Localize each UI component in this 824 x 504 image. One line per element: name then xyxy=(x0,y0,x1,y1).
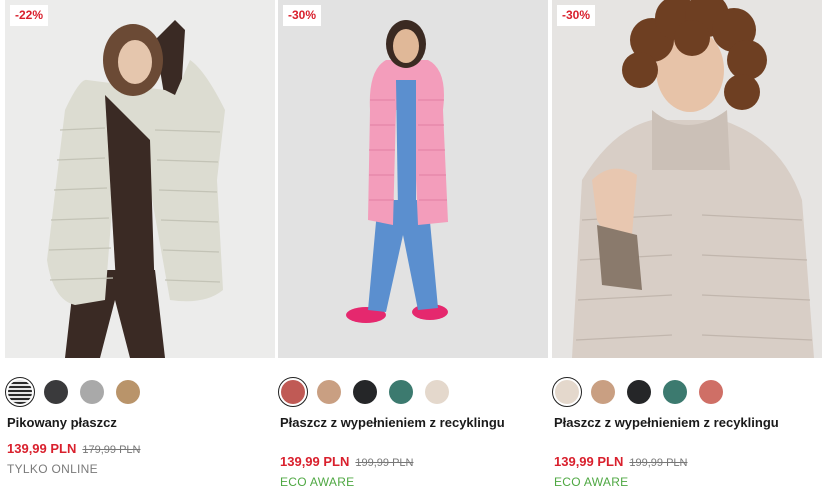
product-image[interactable]: -30% xyxy=(278,0,548,358)
product-image[interactable]: -30% xyxy=(552,0,822,358)
price-row: 139,99 PLN 199,99 PLN xyxy=(280,454,413,469)
product-photo-woman-quilted-coat xyxy=(5,0,275,358)
color-swatch[interactable] xyxy=(591,380,615,404)
product-name[interactable]: Pikowany płaszcz xyxy=(7,416,267,430)
product-tag: TYLKO ONLINE xyxy=(7,462,98,476)
color-swatch[interactable] xyxy=(44,380,68,404)
color-swatch[interactable] xyxy=(353,380,377,404)
color-swatch-striped[interactable] xyxy=(5,377,35,407)
color-swatch[interactable] xyxy=(116,380,140,404)
sale-price: 139,99 PLN xyxy=(280,454,350,469)
eco-aware-tag: ECO AWARE xyxy=(280,475,355,489)
original-price: 199,99 PLN xyxy=(355,457,414,469)
color-swatch[interactable] xyxy=(317,380,341,404)
original-price: 179,99 PLN xyxy=(82,444,141,456)
discount-badge: -22% xyxy=(10,5,49,26)
product-photo-curly-hair-beige-jacket xyxy=(552,0,822,358)
color-swatch[interactable] xyxy=(663,380,687,404)
price-row: 139,99 PLN 199,99 PLN xyxy=(554,454,687,469)
color-swatch[interactable] xyxy=(425,380,449,404)
color-swatches xyxy=(278,377,449,407)
color-swatch[interactable] xyxy=(699,380,723,404)
color-swatch[interactable] xyxy=(627,380,651,404)
product-card[interactable]: -22% Pikowany płaszcz 139,99 PLN 179,99 … xyxy=(5,0,275,504)
product-name[interactable]: Płaszcz z wypełnieniem z recyklingu xyxy=(280,416,540,430)
eco-aware-tag: ECO AWARE xyxy=(554,475,629,489)
discount-badge: -30% xyxy=(283,5,322,26)
product-image[interactable]: -22% xyxy=(5,0,275,358)
sale-price: 139,99 PLN xyxy=(554,454,624,469)
price-row: 139,99 PLN 179,99 PLN xyxy=(7,441,140,456)
color-swatch[interactable] xyxy=(389,380,413,404)
sale-price: 139,99 PLN xyxy=(7,441,77,456)
color-swatch[interactable] xyxy=(552,377,582,407)
original-price: 199,99 PLN xyxy=(629,457,688,469)
color-swatch[interactable] xyxy=(278,377,308,407)
product-card[interactable]: -30% Płaszcz z wypełnieniem z recyklingu… xyxy=(278,0,548,504)
product-name[interactable]: Płaszcz z wypełnieniem z recyklingu xyxy=(554,416,814,430)
color-swatches xyxy=(5,377,140,407)
product-card[interactable]: -30% Płaszcz z wypełnieniem z recyklingu… xyxy=(552,0,822,504)
discount-badge: -30% xyxy=(557,5,596,26)
color-swatch[interactable] xyxy=(80,380,104,404)
product-photo-woman-pink-coat xyxy=(278,0,548,358)
color-swatches xyxy=(552,377,723,407)
